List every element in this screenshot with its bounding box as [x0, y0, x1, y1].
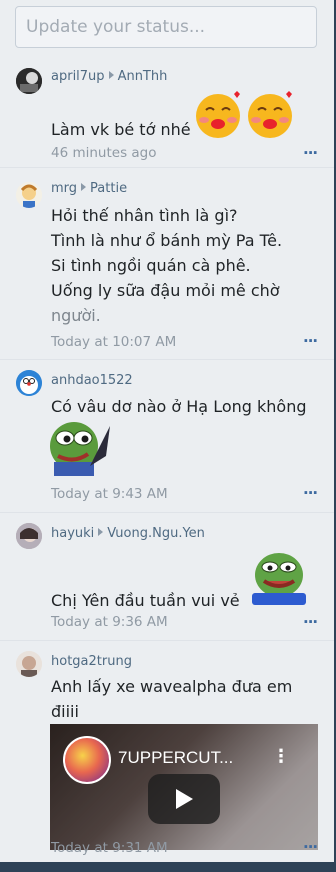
target-user-link[interactable]: Vuong.Ngu.Yen — [107, 526, 205, 541]
post-meta: hotga2trung — [51, 654, 132, 669]
post-text-line: Anh lấy xe wavealpha đưa em — [51, 677, 293, 696]
more-options-icon[interactable]: ... — [303, 480, 318, 498]
status-feed: april7up AnnThh Làm vk bé tớ nhé — [0, 0, 334, 866]
post-timestamp[interactable]: 46 minutes ago — [51, 145, 157, 161]
play-button[interactable] — [148, 774, 220, 824]
username-link[interactable]: anhdao1522 — [51, 373, 133, 388]
divider — [0, 359, 334, 360]
status-update-input[interactable] — [15, 6, 317, 48]
divider — [0, 640, 334, 641]
vertical-dots-icon[interactable]: ⋮ — [272, 746, 290, 767]
post-text: Chị Yên đầu tuần vui vẻ — [51, 591, 240, 610]
avatar[interactable] — [16, 370, 42, 396]
more-options-icon[interactable]: ... — [303, 140, 318, 158]
divider — [0, 167, 334, 168]
post-text: Làm vk bé tớ nhé — [51, 120, 191, 139]
post-text: Hỏi thế nhân tình là gì? Tình là như ổ b… — [51, 203, 282, 328]
more-options-icon[interactable]: ... — [303, 609, 318, 627]
post-timestamp[interactable]: Today at 9:36 AM — [51, 614, 168, 630]
avatar-image-icon — [16, 370, 42, 396]
arrow-right-icon — [108, 71, 114, 79]
post-timestamp[interactable]: Today at 9:43 AM — [51, 486, 168, 502]
post-text-line: Tình là như ổ bánh mỳ Pa Tê. — [51, 231, 283, 250]
avatar-image-icon — [16, 182, 42, 208]
post-text-line: Uống ly sữa đậu mỏi mê chờ — [51, 281, 280, 300]
youtube-video-embed[interactable]: 7UPPERCUT... ⋮ — [50, 724, 318, 850]
post-text-line: Si tình ngồi quán cà phê. — [51, 256, 251, 275]
channel-avatar[interactable] — [63, 736, 111, 784]
avatar-image-icon — [16, 68, 42, 94]
bottom-edge — [0, 862, 336, 872]
avatar[interactable] — [16, 523, 42, 549]
post-text: Anh lấy xe wavealpha đưa em điiii — [51, 674, 292, 724]
username-link[interactable]: april7up — [51, 69, 105, 84]
post-text-line: điiii — [51, 702, 79, 721]
username-link[interactable]: hotga2trung — [51, 654, 132, 669]
avatar[interactable] — [16, 182, 42, 208]
username-link[interactable]: hayuki — [51, 526, 94, 541]
play-icon — [176, 789, 193, 809]
post-meta: april7up AnnThh — [51, 69, 167, 84]
arrow-right-icon — [98, 528, 104, 536]
pepe-knife-sticker-icon — [50, 422, 110, 476]
post-timestamp[interactable]: Today at 10:07 AM — [51, 334, 176, 350]
post-meta: anhdao1522 — [51, 373, 133, 388]
video-title[interactable]: 7UPPERCUT... — [118, 748, 233, 768]
avatar[interactable] — [16, 651, 42, 677]
happy-pepe-sticker-icon — [252, 553, 306, 605]
target-user-link[interactable]: Pattie — [90, 181, 127, 196]
avatar-image-icon — [16, 523, 42, 549]
more-options-icon[interactable]: ... — [303, 328, 318, 346]
kiss-emoji-icon — [196, 91, 292, 138]
post-text-line: người. — [51, 306, 101, 325]
post-timestamp[interactable]: Today at 9:31 AM — [51, 840, 168, 856]
avatar-image-icon — [16, 651, 42, 677]
username-link[interactable]: mrg — [51, 181, 77, 196]
post-text-line: Hỏi thế nhân tình là gì? — [51, 206, 238, 225]
avatar[interactable] — [16, 68, 42, 94]
divider — [0, 512, 334, 513]
post-meta: mrg Pattie — [51, 181, 127, 196]
arrow-right-icon — [81, 183, 87, 191]
target-user-link[interactable]: AnnThh — [118, 69, 168, 84]
post-meta: hayuki Vuong.Ngu.Yen — [51, 526, 205, 541]
more-options-icon[interactable]: ... — [303, 834, 318, 852]
